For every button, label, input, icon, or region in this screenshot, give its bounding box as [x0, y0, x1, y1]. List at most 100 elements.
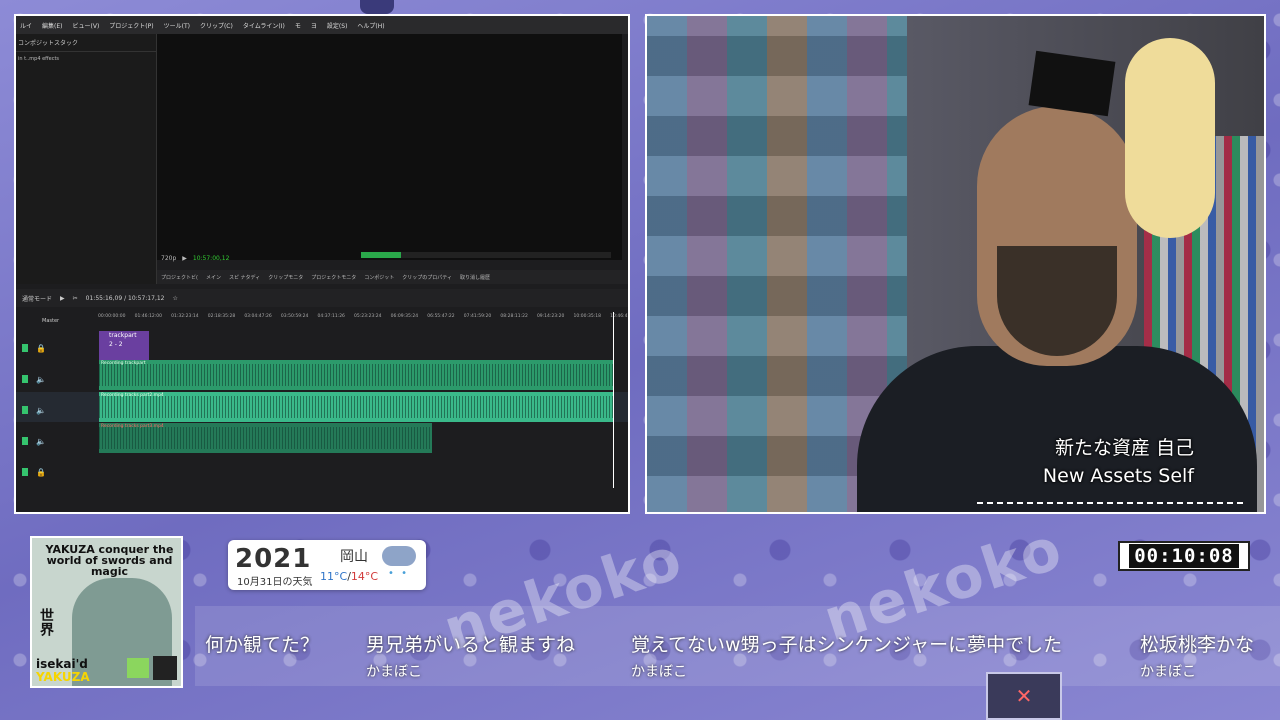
resolution-select[interactable]: 720p: [161, 255, 176, 262]
master-label: Master: [42, 318, 60, 324]
menu-item[interactable]: クリップ(C): [200, 21, 233, 30]
ruler-tick: 01:46:12:00: [134, 314, 163, 319]
ruler-tick: 01:32:23:14: [171, 314, 199, 319]
lock-icon[interactable]: 🔒: [36, 344, 46, 353]
select-tool-icon[interactable]: ▶: [60, 295, 65, 302]
ruler-tick: 09:14:23:20: [536, 314, 565, 319]
tab[interactable]: コンポジット: [364, 274, 394, 281]
book-title-jp: 世界: [38, 608, 54, 636]
camera-caption: 新たな資産 自己 New Assets Self: [1043, 434, 1194, 490]
menu-item[interactable]: タイムライン(I): [243, 21, 285, 30]
timeline-toolbar: 通常モード ▶ ✂ 01:55:16,09 / 10:57:17,12 ☆: [16, 289, 628, 307]
tab[interactable]: クリップのプロパティ: [402, 274, 452, 281]
chat-message: 何か観てた？: [205, 630, 319, 661]
audio-clip[interactable]: Recording tracks part3.mp4: [99, 423, 432, 453]
menu-item[interactable]: ツール(T): [164, 21, 190, 30]
ruler-tick: 08:28:11:22: [500, 314, 528, 319]
chat-text: 何か観てた？: [205, 634, 320, 656]
clip-label: Recording tracks part3.mp4: [101, 424, 164, 429]
menu-item[interactable]: 編集(E): [42, 21, 62, 30]
menu-item[interactable]: ヘルプ(H): [357, 21, 384, 30]
track-header[interactable]: 🔈: [22, 367, 98, 391]
ruler-tick: 05:23:23:24: [354, 314, 382, 319]
speaker-icon[interactable]: 🔈: [36, 437, 46, 446]
menu-item[interactable]: ルイ: [20, 21, 32, 30]
menu-item[interactable]: モ: [295, 21, 301, 30]
ruler-tick: 02:18:35:28: [207, 314, 236, 319]
temp-low: 11°C: [320, 570, 348, 583]
caption-en: New Assets Self: [1042, 465, 1194, 487]
speaker-icon[interactable]: 🔈: [36, 375, 46, 384]
weather-temperature: 11°C/14°C: [320, 570, 378, 583]
tab[interactable]: プロジェクトビ(: [161, 274, 198, 281]
tab[interactable]: メイン: [206, 274, 221, 281]
menu-item[interactable]: ヨ: [311, 21, 317, 30]
timeline-ruler[interactable]: 00:00:00:00 01:46:12:00 01:32:23:14 02:1…: [98, 314, 628, 328]
timeline-position: 01:55:16,09 / 10:57:17,12: [85, 294, 165, 302]
timecode[interactable]: 10:57:00,12: [193, 255, 230, 262]
binder-clip: [1028, 50, 1116, 117]
audio-clip[interactable]: Recording trackpart: [99, 360, 613, 390]
video-editor-window: ルイ 編集(E) ビュー(V) プロジェクト(P) ツール(T) クリップ(C)…: [14, 14, 630, 514]
clip-label: Recording tracks part2.mp4: [101, 393, 164, 398]
weather-year: 2021: [235, 544, 312, 574]
kindle-icon: [153, 656, 177, 680]
playhead[interactable]: [613, 312, 614, 488]
caption-divider: [977, 502, 1243, 504]
monitor-controls: 720p ▶ 10:57:00,12: [157, 248, 628, 268]
cut-tool-icon[interactable]: ✂: [73, 295, 78, 302]
video-clip[interactable]: trackpart 2 - 2: [99, 331, 149, 361]
chat-text: 松坂桃李かな: [1140, 634, 1255, 656]
stream-timer: 00:10:08: [1118, 541, 1250, 571]
weather-date: 10月31日の天気: [237, 577, 313, 588]
book-subtitle-line2: YAKUZA: [36, 670, 90, 684]
pane-title: コンポジットスタック: [16, 34, 156, 52]
tab[interactable]: 取り消し履歴: [460, 274, 490, 281]
book-title: YAKUZA conquer the world of swords and m…: [45, 543, 174, 578]
book-cover: YAKUZA conquer the world of swords and m…: [30, 536, 183, 688]
play-icon[interactable]: ▶: [182, 255, 187, 262]
ruler-tick: 06:09:35:24: [390, 314, 419, 319]
menu-item[interactable]: ビュー(V): [73, 21, 100, 30]
tab[interactable]: クリップモニタ: [268, 274, 303, 281]
track-header[interactable]: 🔈: [22, 398, 98, 422]
chat-user: かまぼこ: [366, 664, 422, 680]
track-header[interactable]: 🔈: [22, 429, 98, 453]
temp-high: 14°C: [350, 570, 379, 583]
menu-item[interactable]: プロジェクト(P): [109, 21, 153, 30]
webcam-feed: 新たな資産 自己 New Assets Self: [645, 14, 1266, 514]
ruler-tick: 03:50:59:24: [280, 314, 309, 319]
star-icon[interactable]: ☆: [173, 295, 178, 302]
chat-text: 覚えてないw甥っ子はシンケンジャーに夢中でした: [631, 634, 1063, 656]
ruler-tick: 00:00:00:00: [98, 314, 126, 319]
teddy-bear: [1125, 38, 1215, 238]
badge-icon: [127, 658, 149, 678]
timer-value: 00:10:08: [1129, 544, 1239, 568]
mascot-sprite-top: [360, 0, 394, 14]
book-subtitle: isekai'd YAKUZA: [36, 658, 90, 684]
chat-user: かまぼこ: [1140, 664, 1196, 680]
lock-icon[interactable]: 🔒: [36, 468, 46, 477]
track-header[interactable]: 🔒: [22, 336, 98, 360]
track-header[interactable]: 🔒: [22, 460, 98, 484]
rain-drops-icon: • •: [388, 568, 409, 579]
speaker-icon[interactable]: 🔈: [36, 406, 46, 415]
ruler-tick: 10:00:35:18: [573, 314, 601, 319]
ruler-tick: 03:04:47:26: [244, 314, 272, 319]
timeline-mode-select[interactable]: 通常モード: [22, 294, 52, 303]
audio-clip-selected[interactable]: Recording tracks part2.mp4: [99, 392, 613, 422]
chat-text: 男兄弟がいると観ますね: [366, 634, 576, 656]
chat-message: 男兄弟がいると観ますね かまぼこ: [366, 630, 575, 681]
ruler-tick: 07:41:59:20: [463, 314, 492, 319]
clip-text: 2 - 2: [109, 341, 123, 348]
rain-cloud-icon: [382, 546, 416, 566]
menu-bar: ルイ 編集(E) ビュー(V) プロジェクト(P) ツール(T) クリップ(C)…: [16, 16, 628, 34]
ruler-tick: 06:55:47:22: [427, 314, 455, 319]
effect-row[interactable]: in t..mp4 effects: [16, 52, 156, 66]
tab[interactable]: プロジェクトモニタ: [311, 274, 356, 281]
tab[interactable]: スピ ナタディ: [229, 274, 260, 281]
caption-jp: 新たな資産 自己: [1054, 437, 1194, 459]
menu-item[interactable]: 設定(S): [327, 21, 348, 30]
effect-stack-pane: コンポジットスタック in t..mp4 effects: [16, 34, 157, 284]
monitor-preview[interactable]: [157, 34, 622, 260]
